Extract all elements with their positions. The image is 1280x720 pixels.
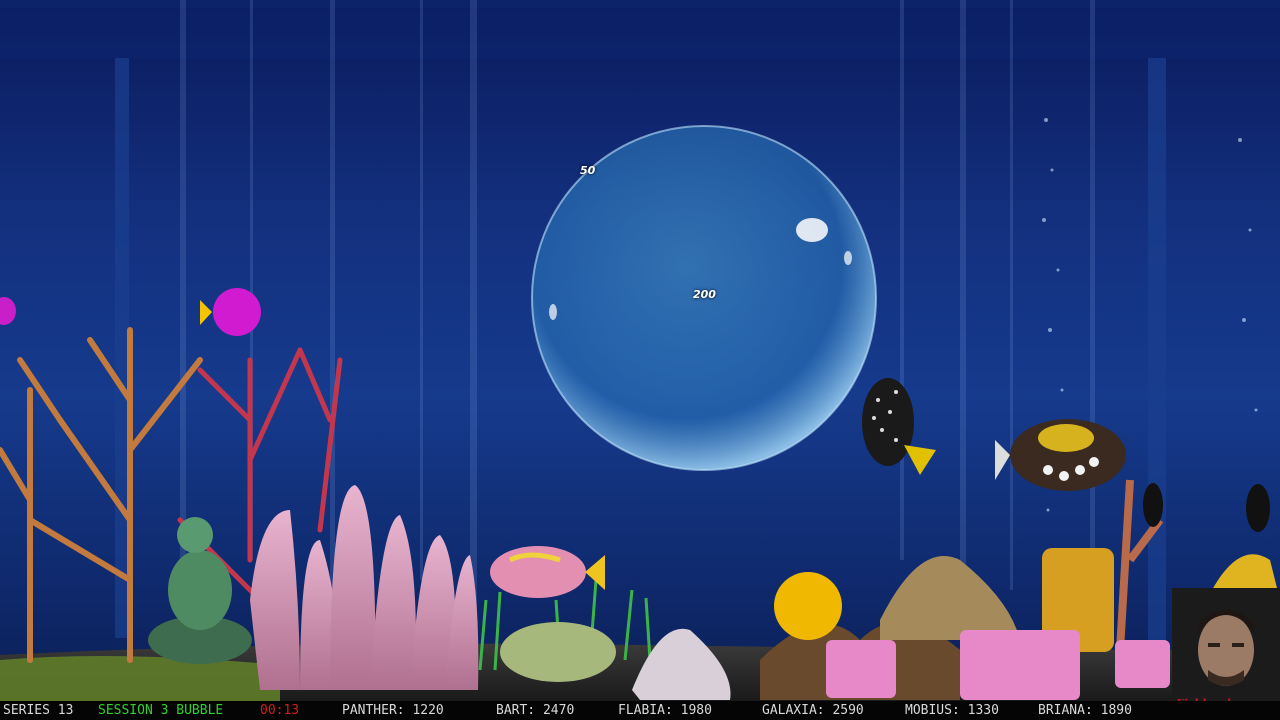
pink-finger-coral	[250, 485, 479, 690]
tan-coral	[880, 556, 1020, 640]
player-score: BRIANA: 1890	[1038, 703, 1132, 718]
clown-triggerfish	[995, 419, 1126, 491]
floating-score-popup: 50	[580, 164, 596, 177]
status-bar: SERIES 13 SESSION 3 BUBBLE 00:13 PANTHER…	[0, 701, 1280, 720]
magenta-fish	[200, 288, 261, 336]
buddha-statue	[148, 517, 252, 664]
player-score: GALAXIA: 2590	[762, 703, 864, 718]
aquarium-scene: 50 200 Fishbowl SERIES 13 SESSION 3 BUBB…	[0, 0, 1280, 720]
player-score: PANTHER: 1220	[342, 703, 444, 718]
spotted-black-fish	[862, 378, 936, 475]
player-score: MOBIUS: 1330	[905, 703, 999, 718]
tank-right-edge	[1148, 58, 1166, 658]
tank-left-edge	[115, 58, 129, 638]
yellow-tang	[774, 572, 842, 640]
series-label: SERIES 13	[3, 703, 74, 718]
pink-yellow-fish	[490, 546, 605, 598]
session-label: SESSION 3 BUBBLE	[98, 703, 224, 718]
bubble-score-popup: 200	[693, 288, 716, 301]
orange-sea-fan	[0, 327, 203, 663]
webcam-overlay	[1172, 588, 1280, 701]
player-score: BART: 2470	[496, 703, 575, 718]
timer: 00:13	[260, 703, 300, 718]
moss-patch	[0, 656, 280, 701]
streamer-face-icon	[1172, 588, 1280, 701]
player-score: FLABIA: 1980	[618, 703, 712, 718]
green-shell	[500, 622, 616, 682]
conch-shell	[632, 628, 731, 700]
aquarium-background	[0, 0, 1280, 701]
bubble-highlight	[796, 218, 828, 242]
magenta-fish-edge	[0, 297, 16, 325]
